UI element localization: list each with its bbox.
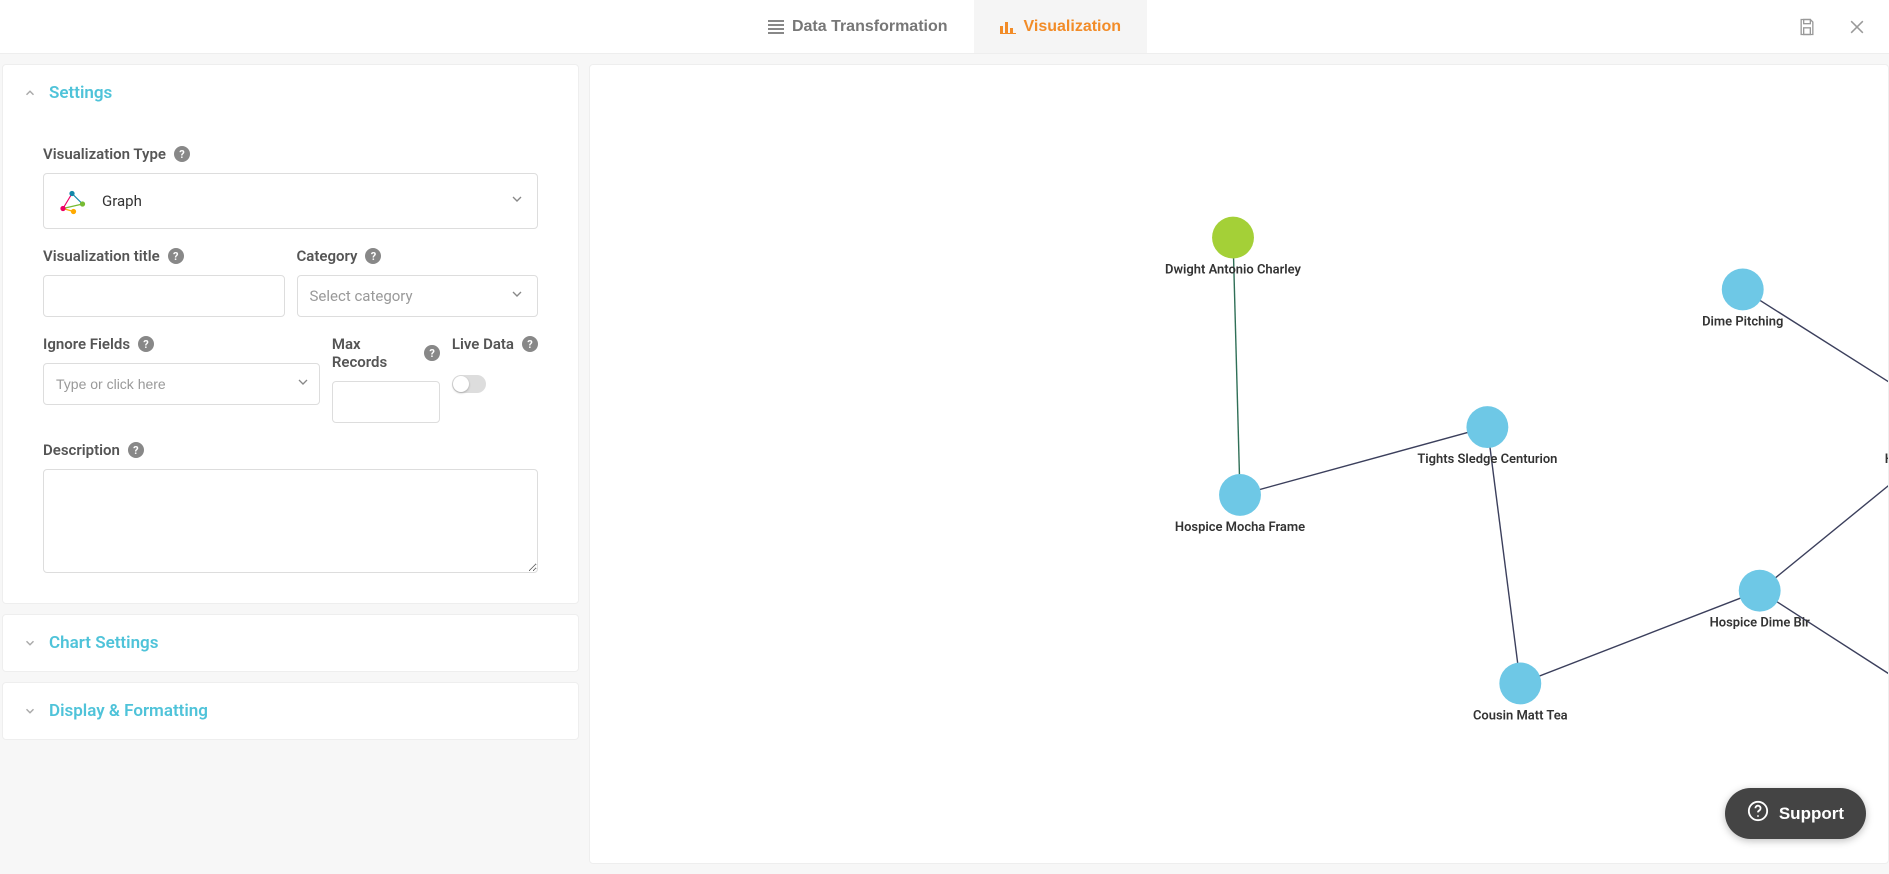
section-display-formatting: Display & Formatting <box>2 682 579 740</box>
graph-node[interactable]: Dime Pitching <box>1702 268 1783 329</box>
max-records-input-wrap <box>332 381 440 423</box>
graph-node-label: Hospice Loyalty Congress <box>1885 452 1888 467</box>
graph-node-label: Dime Pitching <box>1702 314 1783 329</box>
top-bar: Data Transformation Visualization <box>0 0 1889 54</box>
graph-node[interactable]: Cousin Matt Tea <box>1473 663 1568 724</box>
support-button[interactable]: Support <box>1725 788 1866 839</box>
label-live-data: Live Data ? <box>452 335 538 353</box>
graph-node[interactable]: Hospice Dime Bir <box>1710 570 1811 631</box>
section-chart-settings: Chart Settings <box>2 614 579 672</box>
bar-chart-icon <box>1000 20 1016 34</box>
visualization-title-input[interactable] <box>56 288 272 304</box>
main: Settings Visualization Type ? <box>0 54 1889 874</box>
live-data-toggle[interactable] <box>452 375 486 393</box>
ignore-fields-input[interactable] <box>56 376 283 392</box>
max-records-input[interactable] <box>345 394 427 410</box>
graph-node-label: Cousin Matt Tea <box>1473 708 1568 723</box>
graph-node-label: Hospice Mocha Frame <box>1175 520 1305 535</box>
toggle-knob <box>453 376 469 392</box>
label-visualization-title: Visualization title ? <box>43 247 285 265</box>
section-settings-header[interactable]: Settings <box>3 65 578 121</box>
description-textarea[interactable] <box>43 469 538 573</box>
support-label: Support <box>1779 804 1844 824</box>
chevron-down-icon <box>509 286 525 306</box>
graph-edge <box>1760 591 1888 730</box>
section-display-formatting-header[interactable]: Display & Formatting <box>3 683 578 739</box>
help-icon[interactable]: ? <box>138 336 154 352</box>
help-circle-icon <box>1747 800 1769 827</box>
chevron-up-icon <box>23 86 37 100</box>
tabs: Data Transformation Visualization <box>742 0 1147 53</box>
ignore-fields-select[interactable] <box>43 363 320 405</box>
section-settings: Settings Visualization Type ? <box>2 64 579 604</box>
table-icon <box>768 20 784 34</box>
graph-node-label: Dwight Antonio Charley <box>1165 262 1301 277</box>
help-icon[interactable]: ? <box>128 442 144 458</box>
graph-node-label: Hospice Dime Bir <box>1710 616 1811 631</box>
label-description: Description ? <box>43 441 538 459</box>
left-panel: Settings Visualization Type ? <box>2 64 579 864</box>
graph-panel: Dwight Antonio Charley Hospice Mocha Fram… <box>589 64 1889 864</box>
category-placeholder: Select category <box>310 287 413 305</box>
section-title: Settings <box>49 83 112 103</box>
section-title: Display & Formatting <box>49 701 208 721</box>
graph-node[interactable]: Tights Sledge Centurion <box>1417 406 1557 467</box>
graph-node[interactable]: Dwight Antonio Charley <box>1165 217 1301 278</box>
save-button[interactable] <box>1793 13 1821 41</box>
graph-canvas[interactable]: Dwight Antonio Charley Hospice Mocha Fram… <box>590 65 1888 863</box>
help-icon[interactable]: ? <box>174 146 190 162</box>
tab-label: Data Transformation <box>792 18 948 36</box>
section-settings-body: Visualization Type ? <box>3 121 578 603</box>
graph-edge <box>1743 289 1888 427</box>
close-button[interactable] <box>1843 13 1871 41</box>
chevron-down-icon <box>509 191 525 211</box>
label-ignore-fields: Ignore Fields ? <box>43 335 320 353</box>
section-chart-settings-header[interactable]: Chart Settings <box>3 615 578 671</box>
chevron-down-icon <box>23 704 37 718</box>
graph-edge <box>1760 427 1888 591</box>
label-category: Category ? <box>297 247 539 265</box>
help-icon[interactable]: ? <box>522 336 538 352</box>
topbar-actions <box>1793 0 1871 53</box>
label-visualization-type: Visualization Type ? <box>43 145 538 163</box>
visualization-type-value: Graph <box>102 192 142 210</box>
chevron-down-icon <box>295 374 311 394</box>
section-title: Chart Settings <box>49 633 158 653</box>
tab-label: Visualization <box>1024 18 1122 36</box>
graph-edge <box>1520 591 1759 684</box>
tab-data-transformation[interactable]: Data Transformation <box>742 0 974 53</box>
graph-node-label: Tights Sledge Centurion <box>1417 452 1557 467</box>
help-icon[interactable]: ? <box>168 248 184 264</box>
help-icon[interactable]: ? <box>424 345 439 361</box>
tab-visualization[interactable]: Visualization <box>974 0 1148 53</box>
help-icon[interactable]: ? <box>365 248 381 264</box>
category-select[interactable]: Select category <box>297 275 539 317</box>
visualization-title-input-wrap <box>43 275 285 317</box>
label-max-records: Max Records ? <box>332 335 440 371</box>
graph-node[interactable]: Hospice Loyalty Congress <box>1885 406 1888 467</box>
chevron-down-icon <box>23 636 37 650</box>
graph-network-icon <box>56 185 88 217</box>
visualization-type-select[interactable]: Graph <box>43 173 538 229</box>
